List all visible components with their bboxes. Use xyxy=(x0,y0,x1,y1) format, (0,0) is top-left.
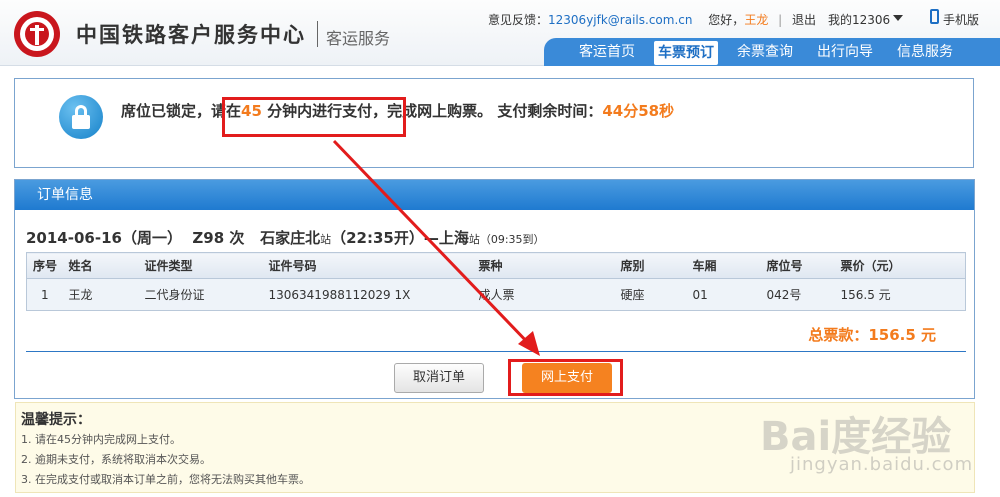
nav-item-home[interactable]: 客运首页 xyxy=(572,38,642,66)
col-header: 证件类型 xyxy=(144,252,269,279)
greeting: 您好， xyxy=(708,13,745,27)
site-subtitle: 客运服务 xyxy=(326,29,391,48)
link-divider: | xyxy=(778,13,783,27)
tip-item: 1. 请在45分钟内完成网上支付。 xyxy=(21,433,181,446)
col-header: 票价（元） xyxy=(840,252,966,279)
tip-item: 3. 在完成支付或取消本订单之前，您将无法购买其他车票。 xyxy=(21,473,310,486)
nav-item-info-service[interactable]: 信息服务 xyxy=(890,38,960,66)
passenger-table: 序号 姓名 证件类型 证件号码 票种 席别 车厢 席位号 票价（元） 1 王龙 … xyxy=(26,252,966,311)
tips-title: 温馨提示： xyxy=(21,412,91,428)
col-header: 车厢 xyxy=(692,252,767,279)
lock-icon xyxy=(59,95,103,139)
col-header: 席别 xyxy=(620,252,693,279)
logo-divider xyxy=(317,21,318,47)
seat-locked-panel: 席位已锁定，请在45 分钟内进行支付，完成网上购票。 支付剩余时间：44分58秒 xyxy=(14,78,974,168)
col-header: 席位号 xyxy=(766,252,841,279)
col-header: 姓名 xyxy=(68,252,145,279)
railway-logo-icon xyxy=(14,11,60,57)
highlight-box-deadline xyxy=(222,97,406,137)
cell-seat-no: 042号 xyxy=(766,278,841,311)
feedback-label: 意见反馈： xyxy=(488,13,549,27)
cancel-order-button[interactable]: 取消订单 xyxy=(394,363,484,393)
col-header: 票种 xyxy=(478,252,621,279)
total-amount: 总票款：156.5 元 xyxy=(808,326,936,344)
highlight-box-pay xyxy=(508,359,623,396)
nav-item-travel-guide[interactable]: 出行向导 xyxy=(810,38,880,66)
order-info-panel: 订单信息 2014-06-16（周一） Z98 次 石家庄北站（22:35开）—… xyxy=(14,179,975,399)
cell-id-number: 1306341988112029 1X xyxy=(268,278,479,311)
cell-index: 1 xyxy=(26,278,69,311)
phone-icon[interactable] xyxy=(930,9,939,24)
col-header: 证件号码 xyxy=(268,252,479,279)
col-header: 序号 xyxy=(26,252,69,279)
cell-name: 王龙 xyxy=(68,278,145,311)
site-title: 中国铁路客户服务中心 xyxy=(76,22,306,47)
table-header-row: 序号 姓名 证件类型 证件号码 票种 席别 车厢 席位号 票价（元） xyxy=(26,252,966,279)
my12306-menu[interactable]: 我的12306 xyxy=(828,11,890,28)
remaining-time: 44分58秒 xyxy=(602,102,675,120)
tip-item: 2. 逾期未支付，系统将取消本次交易。 xyxy=(21,453,211,466)
chevron-down-icon[interactable] xyxy=(893,15,903,21)
cell-seat-class: 硬座 xyxy=(620,278,693,311)
top-links: 意见反馈：12306yjfk@rails.com.cn 您好，王龙 | 退出 xyxy=(488,11,816,28)
user-name-link[interactable]: 王龙 xyxy=(744,11,768,28)
cell-coach: 01 xyxy=(692,278,767,311)
feedback-email-link[interactable]: 12306yjfk@rails.com.cn xyxy=(548,13,692,27)
cell-ticket-type: 成人票 xyxy=(478,278,621,311)
logout-link[interactable]: 退出 xyxy=(792,11,816,28)
nav-item-ticket-query[interactable]: 余票查询 xyxy=(730,38,800,66)
order-info-title: 订单信息 xyxy=(15,180,974,210)
cell-price: 156.5 元 xyxy=(840,278,966,311)
divider-line xyxy=(26,351,966,352)
trip-summary: 2014-06-16（周一） Z98 次 石家庄北站（22:35开）—上海站（0… xyxy=(26,229,545,247)
table-row: 1 王龙 二代身份证 1306341988112029 1X 成人票 硬座 01… xyxy=(26,278,966,311)
watermark-url: jingyan.baidu.com xyxy=(790,454,974,475)
nav-item-booking[interactable]: 车票预订 xyxy=(654,41,718,65)
mobile-version-link[interactable]: 手机版 xyxy=(943,11,979,28)
main-nav: 客运首页 车票预订 余票查询 出行向导 信息服务 xyxy=(544,38,1000,66)
site-header: 中国铁路客户服务中心 客运服务 意见反馈：12306yjfk@rails.com… xyxy=(0,0,1000,66)
cell-id-type: 二代身份证 xyxy=(144,278,269,311)
